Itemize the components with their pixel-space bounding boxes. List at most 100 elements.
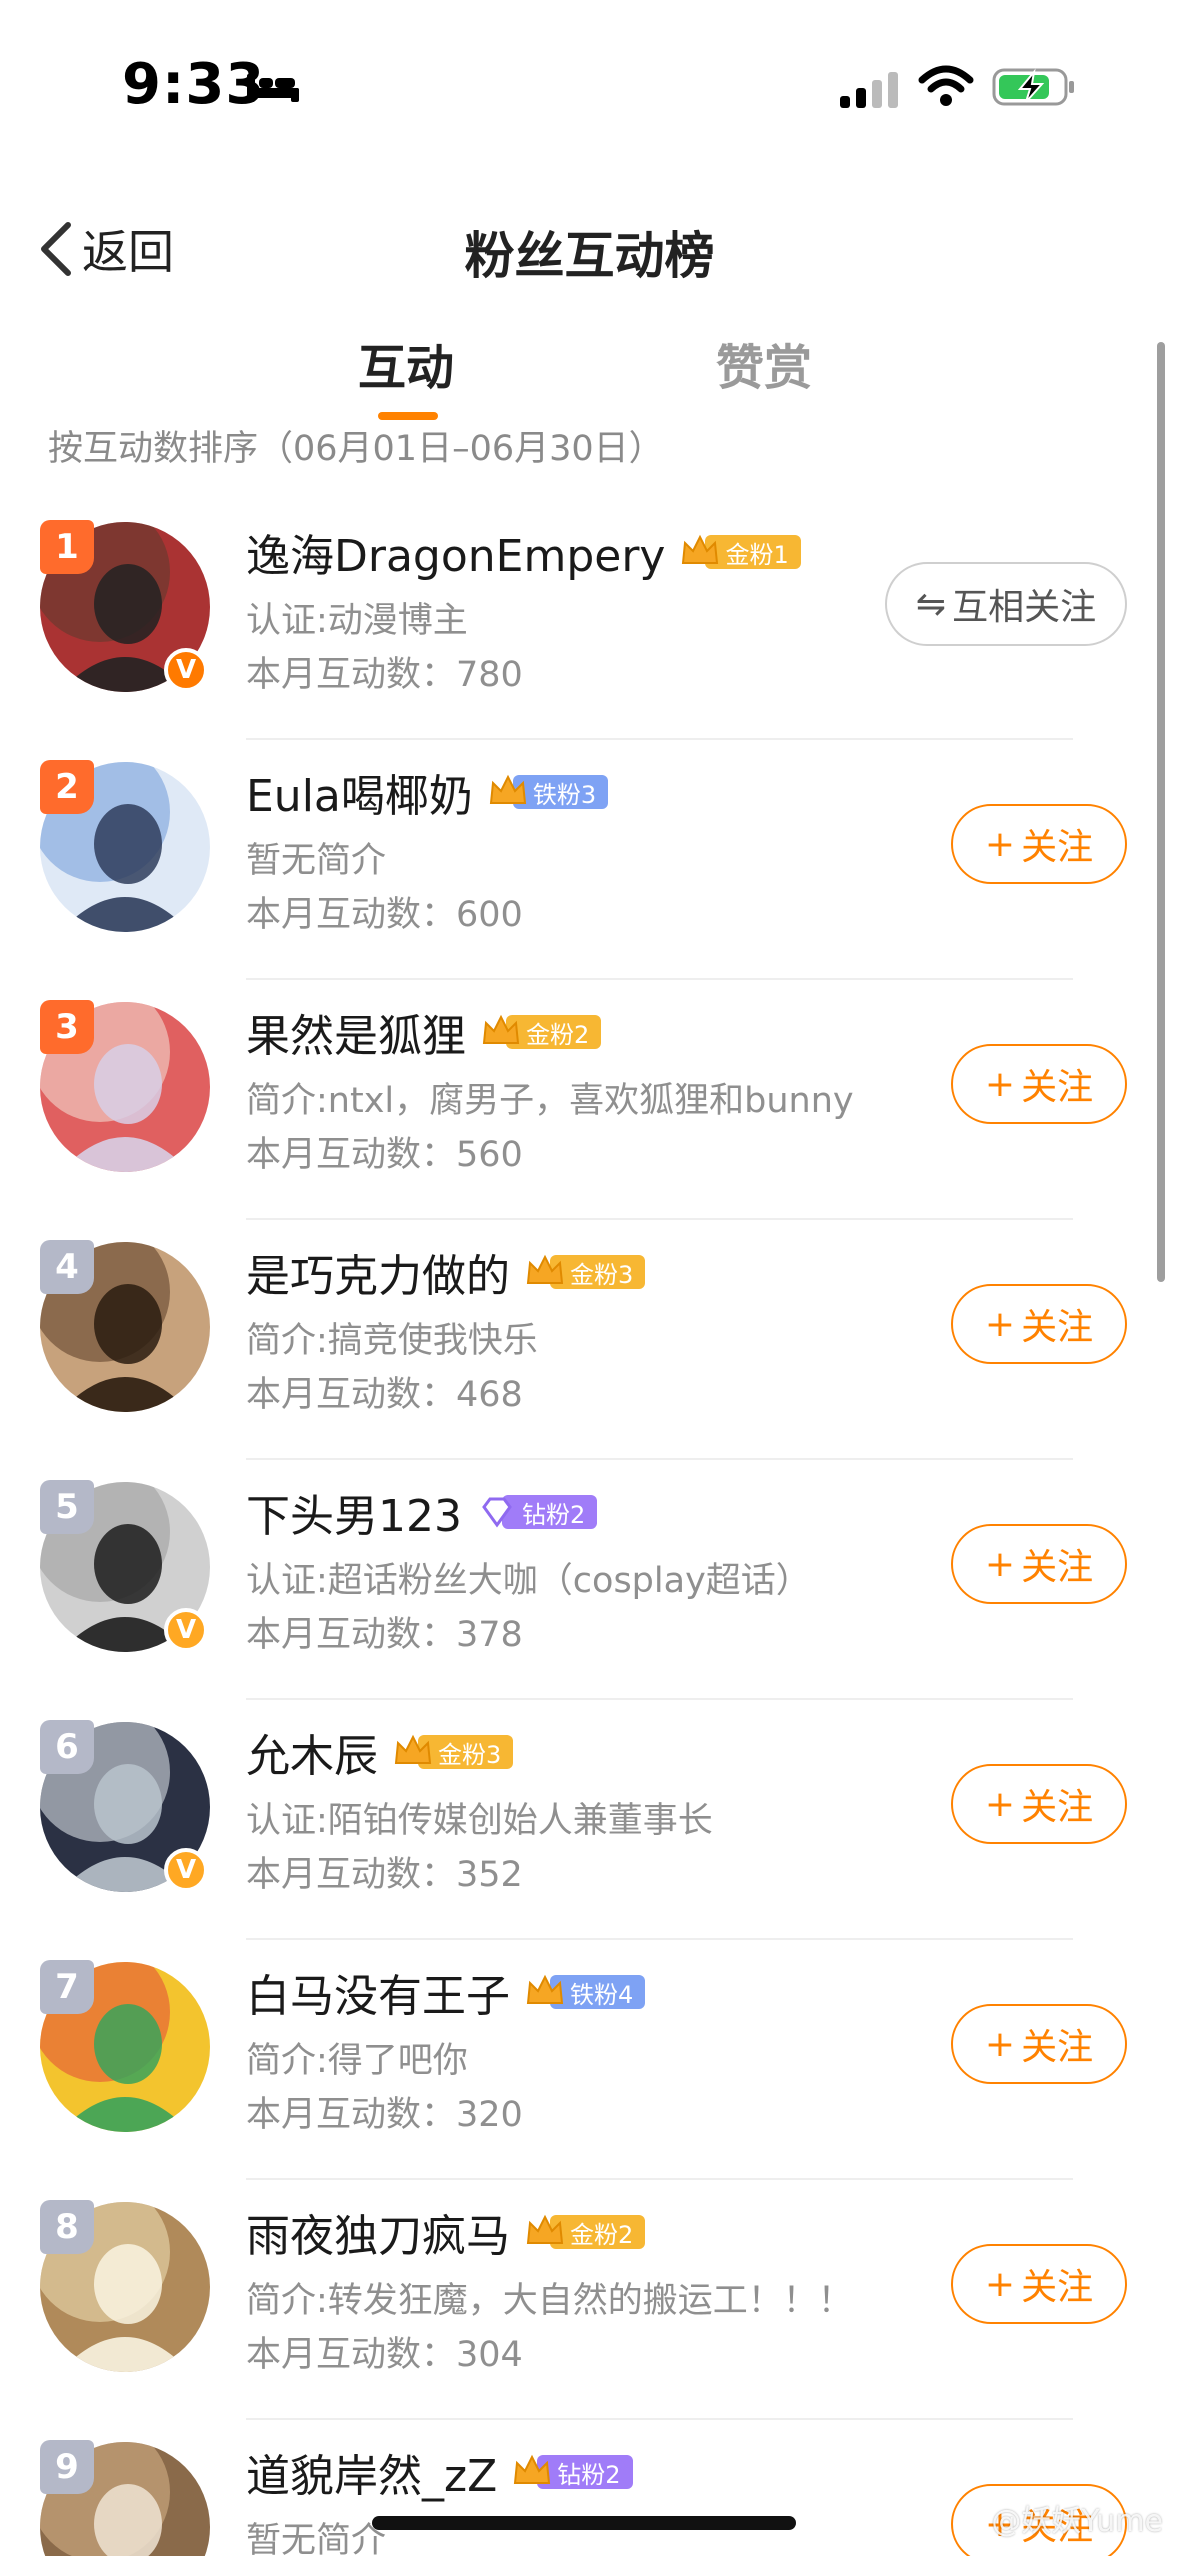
fan-row[interactable]: 8 雨夜独刀疯马 金粉2 简介:转发狂魔，大自然的搬运工！！！ 本月互动数：304… xyxy=(0,2180,1179,2420)
mutual-follow-label: 互相关注 xyxy=(952,587,1097,628)
page-title: 粉丝互动榜 xyxy=(464,227,715,285)
fan-name[interactable]: 允木辰 xyxy=(246,1720,378,1784)
fan-name[interactable]: 白马没有王子 xyxy=(246,1960,510,2024)
fan-row[interactable]: 2 Eula喝椰奶 铁粉3 暂无简介 本月互动数：600 + 关注 xyxy=(0,740,1179,980)
rank-badge: 7 xyxy=(40,1960,94,2014)
name-line: 是巧克力做的 金粉3 xyxy=(246,1240,646,1304)
fan-level-badge: 铁粉4 xyxy=(524,1973,646,2011)
fan-name[interactable]: 道貌岸然_zZ xyxy=(246,2440,497,2504)
rank-badge: 5 xyxy=(40,1480,94,1534)
fan-level-badge: 金粉2 xyxy=(480,1013,602,1051)
follow-button[interactable]: + 关注 xyxy=(951,2244,1127,2324)
crown-icon xyxy=(482,1014,520,1044)
fan-name[interactable]: 逸海DragonEmpery xyxy=(246,520,665,584)
wifi-icon xyxy=(918,65,974,106)
fan-row[interactable]: 5 V 下头男123 钻粉2 认证:超话粉丝大咖（cosplay超话） 本月互动数：… xyxy=(0,1460,1179,1700)
rank-badge: 8 xyxy=(40,2200,94,2254)
follow-button[interactable]: + 关注 xyxy=(951,1044,1127,1124)
fan-row[interactable]: 6 V 允木辰 金粉3 认证:陌铂传媒创始人兼董事长 本月互动数：352 + 关注 xyxy=(0,1700,1179,1940)
follow-button[interactable]: + 关注 xyxy=(951,804,1127,884)
fan-bio: 暂无简介 xyxy=(246,2521,387,2556)
fan-name[interactable]: 是巧克力做的 xyxy=(246,1240,510,1304)
tab-bar: 互动 赞赏 xyxy=(0,320,1179,430)
follow-button[interactable]: + 关注 xyxy=(951,1524,1127,1604)
fan-row[interactable]: 3 果然是狐狸 金粉2 简介:ntxl，腐男子，喜欢狐狸和bunny 本月互动数：… xyxy=(0,980,1179,1220)
follow-button[interactable]: + 关注 xyxy=(951,1764,1127,1844)
plus-icon: + xyxy=(984,2263,1016,2305)
name-line: 雨夜独刀疯马 金粉2 xyxy=(246,2200,646,2264)
status-time: 9:33 xyxy=(122,52,266,117)
name-line: 下头男123 钻粉2 xyxy=(246,1480,598,1544)
crown-icon xyxy=(514,2454,551,2484)
fan-bio: 认证:超话粉丝大咖（cosplay超话） xyxy=(246,1561,811,1601)
tab-interaction[interactable]: 互动 xyxy=(358,328,454,398)
fan-bio: 简介:转发狂魔，大自然的搬运工！！！ xyxy=(246,2281,853,2321)
follow-label: 关注 xyxy=(1021,1787,1094,1828)
sort-note: 按互动数排序（06月01日–06月30日） xyxy=(48,429,664,469)
mutual-follow-button[interactable]: ⇋ 互相关注 xyxy=(885,562,1127,646)
interaction-count: 本月互动数：320 xyxy=(246,2095,523,2135)
interaction-count: 本月互动数：304 xyxy=(246,2335,523,2375)
follow-label: 关注 xyxy=(1021,2267,1094,2308)
battery-charging-icon xyxy=(992,68,1074,106)
fan-list: 1 V 逸海DragonEmpery 金粉1 认证:动漫博主本月互动数：780 ⇋… xyxy=(0,500,1179,2556)
rank-badge: 1 xyxy=(40,520,94,574)
interaction-count: 本月互动数：560 xyxy=(246,1135,523,1175)
nav-bar: 返回 粉丝互动榜 xyxy=(0,190,1179,300)
name-line: 果然是狐狸 金粉2 xyxy=(246,1000,602,1064)
fan-level-badge: 钻粉2 xyxy=(476,1493,598,1531)
fan-level-badge: 铁粉3 xyxy=(487,773,609,811)
status-bar: 9:33 xyxy=(0,0,1179,170)
plus-icon: + xyxy=(984,1303,1016,1345)
interaction-count: 本月互动数：352 xyxy=(246,1855,523,1895)
follow-label: 关注 xyxy=(1021,1307,1094,1348)
follow-label: 关注 xyxy=(1021,827,1094,868)
fan-row[interactable]: 1 V 逸海DragonEmpery 金粉1 认证:动漫博主本月互动数：780 ⇋… xyxy=(0,500,1179,740)
crown-icon xyxy=(682,534,719,564)
follow-button[interactable]: + 关注 xyxy=(951,1284,1127,1364)
fan-name[interactable]: 果然是狐狸 xyxy=(246,1000,466,1064)
name-line: Eula喝椰奶 铁粉3 xyxy=(246,760,609,824)
name-line: 道貌岸然_zZ 钻粉2 xyxy=(246,2440,633,2504)
interaction-count: 本月互动数：600 xyxy=(246,895,523,935)
fan-level-badge: 金粉3 xyxy=(524,1253,646,1291)
interaction-count: 本月互动数：780 xyxy=(246,655,523,695)
plus-icon: + xyxy=(984,2023,1016,2065)
fan-name[interactable]: 雨夜独刀疯马 xyxy=(246,2200,510,2264)
fan-level-badge: 金粉1 xyxy=(679,533,801,571)
interaction-count: 本月互动数：468 xyxy=(246,1375,523,1415)
swap-arrows-icon: ⇋ xyxy=(915,583,947,625)
plus-icon: + xyxy=(984,823,1016,865)
verified-badge-icon: V xyxy=(164,648,208,692)
name-line: 允木辰 金粉3 xyxy=(246,1720,514,1784)
fan-bio: 认证:动漫博主 xyxy=(246,601,468,641)
crown-icon xyxy=(394,1734,432,1764)
tab-indicator xyxy=(378,412,438,420)
fan-name[interactable]: 下头男123 xyxy=(246,1480,462,1544)
crown-icon xyxy=(489,774,526,804)
fan-bio: 简介:得了吧你 xyxy=(246,2041,468,2081)
rank-badge: 3 xyxy=(40,1000,94,1054)
fan-row[interactable]: 7 白马没有王子 铁粉4 简介:得了吧你本月互动数：320 + 关注 xyxy=(0,1940,1179,2180)
fan-level-badge: 金粉3 xyxy=(392,1733,514,1771)
fan-row[interactable]: 4 是巧克力做的 金粉3 简介:搞竞使我快乐 本月互动数：468 + 关注 xyxy=(0,1220,1179,1460)
verified-badge-icon: V xyxy=(164,1848,208,1892)
home-indicator[interactable] xyxy=(372,2516,796,2530)
fan-level-badge: 金粉2 xyxy=(524,2213,646,2251)
tab-reward[interactable]: 赞赏 xyxy=(716,328,812,398)
fan-name[interactable]: Eula喝椰奶 xyxy=(246,760,473,824)
interaction-count: 本月互动数：378 xyxy=(246,1615,523,1655)
follow-label: 关注 xyxy=(1021,1067,1094,1108)
crown-icon xyxy=(526,1974,564,2004)
crown-icon xyxy=(482,1497,512,1528)
plus-icon: + xyxy=(984,1783,1016,1825)
fan-bio: 认证:陌铂传媒创始人兼董事长 xyxy=(246,1801,713,1841)
fan-bio: 暂无简介 xyxy=(246,841,387,881)
watermark: @妖妖Yume xyxy=(991,2504,1163,2539)
cellular-signal-icon xyxy=(840,72,898,108)
plus-icon: + xyxy=(984,1543,1016,1585)
bed-icon xyxy=(247,74,299,102)
follow-button[interactable]: + 关注 xyxy=(951,2004,1127,2084)
name-line: 逸海DragonEmpery 金粉1 xyxy=(246,520,801,584)
crown-icon xyxy=(526,2214,564,2244)
